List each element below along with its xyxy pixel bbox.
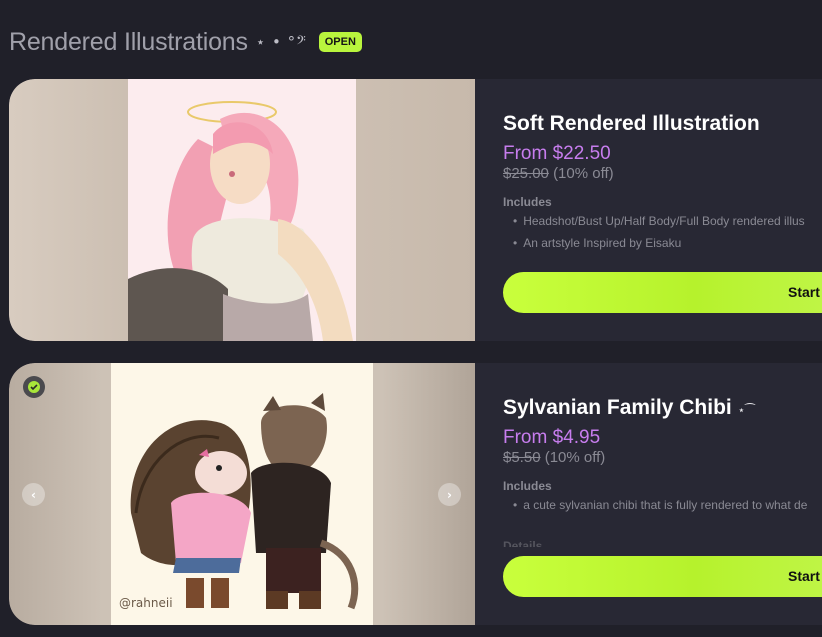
includes-label: Includes — [503, 195, 552, 209]
includes-list: Headshot/Bust Up/Half Body/Full Body ren… — [513, 213, 805, 257]
card-title[interactable]: Soft Rendered Illustration — [503, 112, 760, 136]
card-title-decoration: ⋆⁀ — [737, 403, 755, 417]
details-label: Details — [503, 539, 543, 547]
includes-label: Includes — [503, 479, 552, 493]
open-status-badge: OPEN — [318, 32, 362, 52]
start-button-label: Start — [788, 568, 820, 584]
original-price: $5.50 — [503, 449, 541, 466]
price-from: From $22.50 — [503, 143, 611, 164]
includes-list: a cute sylvanian chibi that is fully ren… — [513, 497, 807, 519]
previous-image-button[interactable]: ‹ — [22, 483, 45, 506]
original-price: $25.00 — [503, 165, 549, 182]
includes-item: a cute sylvanian chibi that is fully ren… — [513, 497, 807, 519]
commission-card-soft-rendered[interactable]: Soft Rendered Illustration From $22.50 $… — [9, 79, 822, 341]
card-title-text: Soft Rendered Illustration — [503, 112, 760, 135]
card-body: Soft Rendered Illustration From $22.50 $… — [503, 79, 822, 341]
discount-label: (10% off) — [544, 449, 606, 466]
section-header: Rendered Illustrations ⋆ • °𝄢 OPEN — [9, 26, 362, 58]
start-button[interactable]: Start — [503, 272, 822, 313]
card-gallery[interactable] — [9, 79, 475, 341]
section-title-decoration: ⋆ • °𝄢 — [255, 33, 307, 51]
next-image-button[interactable]: › — [438, 483, 461, 506]
card-gallery[interactable]: @rahneii ‹ › — [9, 363, 475, 625]
card-body: Sylvanian Family Chibi ⋆⁀ From $4.95 $5.… — [503, 363, 822, 625]
includes-item: An artstyle Inspired by Eisaku — [513, 235, 805, 257]
artwork-image: @rahneii — [111, 363, 373, 625]
start-button[interactable]: Start — [503, 556, 822, 597]
original-price-row: $25.00 (10% off) — [503, 165, 614, 182]
commission-card-sylvanian-chibi[interactable]: @rahneii ‹ › Sylvanian Family Chibi ⋆⁀ F… — [9, 363, 822, 625]
artwork-image — [128, 79, 356, 341]
angel-girl-illustration — [128, 79, 356, 341]
includes-item: Headshot/Bust Up/Half Body/Full Body ren… — [513, 213, 804, 235]
chevron-left-icon: ‹ — [31, 487, 36, 502]
price-from: From $4.95 — [503, 427, 601, 448]
card-title-text: Sylvanian Family Chibi — [503, 396, 732, 419]
chevron-right-icon: › — [447, 487, 452, 502]
artist-watermark: @rahneii — [119, 596, 173, 610]
section-title: Rendered Illustrations — [9, 27, 248, 56]
start-button-label: Start — [788, 284, 820, 300]
original-price-row: $5.50 (10% off) — [503, 449, 605, 466]
verified-check-icon — [23, 376, 45, 398]
hedgehog-and-cat-chibi-illustration: @rahneii — [111, 363, 373, 625]
card-title[interactable]: Sylvanian Family Chibi ⋆⁀ — [503, 396, 755, 420]
discount-label: (10% off) — [553, 165, 614, 182]
